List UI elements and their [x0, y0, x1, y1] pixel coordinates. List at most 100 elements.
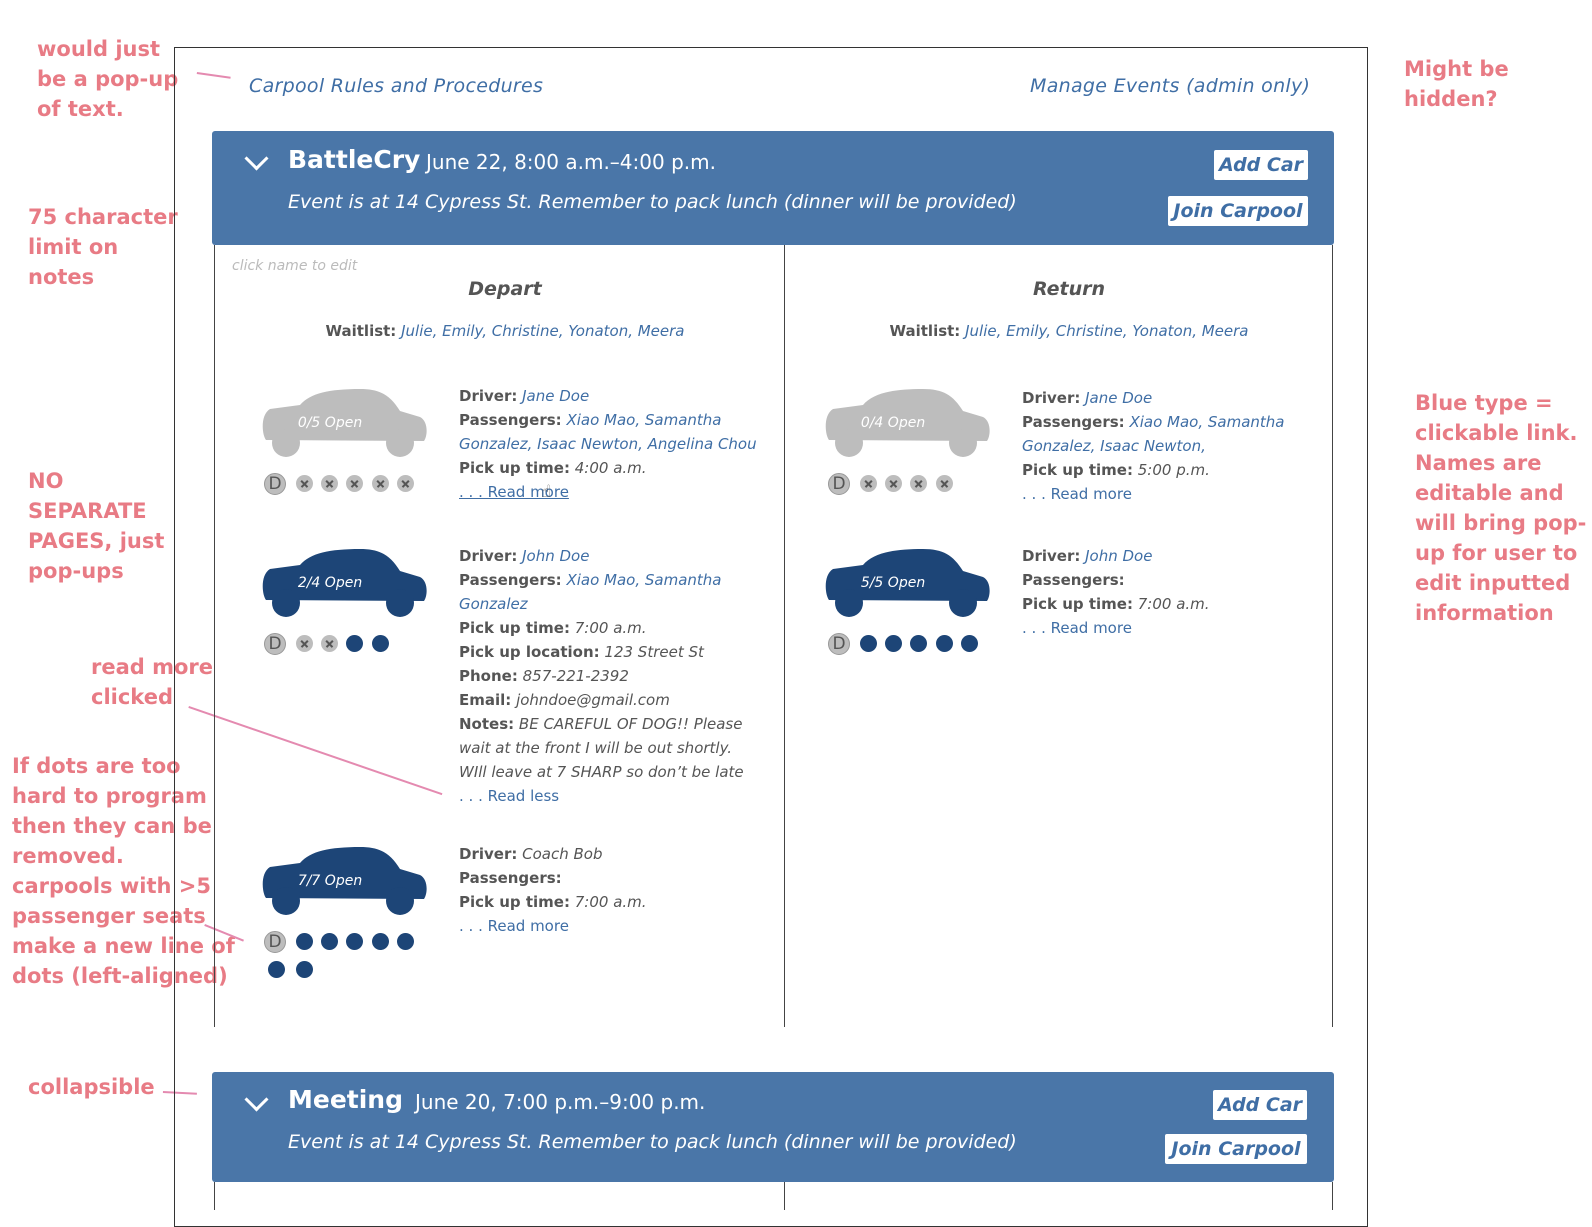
driver-seat-icon: D	[264, 473, 286, 495]
chevron-down-icon[interactable]	[244, 146, 269, 171]
driver-label: Driver:	[459, 387, 518, 405]
passengers-label: Passengers:	[459, 411, 562, 429]
open-seat-icon[interactable]	[372, 933, 389, 950]
unavailable-seat-icon	[372, 475, 389, 492]
add-car-button[interactable]: Add Car	[1213, 1090, 1307, 1120]
driver-label: Driver:	[459, 845, 518, 863]
email-label: Email:	[459, 691, 512, 709]
passengers-label: Passengers:	[1022, 571, 1125, 589]
event-header-battlecry[interactable]: BattleCry June 22, 8:00 a.m.–4:00 p.m. E…	[212, 131, 1334, 245]
car-info-expanded: Driver: John Doe Passengers: Xiao Mao, S…	[459, 544, 759, 808]
car-status: 0/4 Open	[860, 415, 926, 431]
driver-name[interactable]: John Doe	[522, 547, 589, 565]
waitlist-label: Waitlist:	[889, 322, 961, 340]
pickup-time-label: Pick up time:	[1022, 595, 1133, 613]
open-seat-icon[interactable]	[961, 635, 978, 652]
unavailable-seat-icon	[936, 475, 953, 492]
read-more-link[interactable]: . . . Read more	[459, 483, 569, 501]
phone-label: Phone:	[459, 667, 518, 685]
unavailable-seat-icon	[296, 635, 313, 652]
open-seat-icon[interactable]	[936, 635, 953, 652]
unavailable-seat-icon	[296, 475, 313, 492]
pickup-location-label: Pick up location:	[459, 643, 600, 661]
driver-name[interactable]: Jane Doe	[522, 387, 589, 405]
car-status: 0/5 Open	[297, 415, 363, 431]
edit-hint: click name to edit	[232, 258, 358, 274]
open-seat-icon[interactable]	[372, 635, 389, 652]
driver-name[interactable]: Jane Doe	[1085, 389, 1152, 407]
driver-name[interactable]: John Doe	[1085, 547, 1152, 565]
waitlist-label: Waitlist:	[325, 322, 397, 340]
car-status: 5/5 Open	[860, 575, 926, 591]
car-status: 7/7 Open	[297, 873, 363, 889]
car-icon: 5/5 Open	[823, 545, 993, 625]
event-description: Event is at 14 Cypress St. Remember to p…	[288, 191, 1017, 213]
unavailable-seat-icon	[885, 475, 902, 492]
event-title: Meeting	[288, 1085, 404, 1114]
open-seat-icon[interactable]	[268, 961, 285, 978]
pickup-time-label: Pick up time:	[459, 459, 570, 477]
read-more-link[interactable]: . . . Read more	[1022, 485, 1132, 503]
annotation-blue-type: Blue type = clickable link. Names are ed…	[1415, 391, 1587, 625]
open-seat-icon[interactable]	[296, 933, 313, 950]
driver-seat-icon: D	[828, 473, 850, 495]
annotation-char-limit: 75 character limit on notes	[28, 205, 178, 289]
open-seat-icon[interactable]	[296, 961, 313, 978]
event-date: June 22, 8:00 a.m.–4:00 p.m.	[426, 150, 716, 174]
pickup-time: 4:00 a.m.	[574, 459, 647, 477]
join-carpool-button[interactable]: Join Carpool	[1168, 196, 1308, 226]
pickup-location: 123 Street St	[604, 643, 704, 661]
car-info: Driver: Jane Doe Passengers: Xiao Mao, S…	[459, 384, 759, 504]
pickup-time: 7:00 a.m.	[1137, 595, 1210, 613]
open-seat-icon[interactable]	[885, 635, 902, 652]
read-more-link[interactable]: . . . Read more	[459, 917, 569, 935]
annotation-no-pages: NO SEPARATE PAGES, just pop-ups	[28, 469, 165, 583]
driver-name[interactable]: Coach Bob	[522, 845, 602, 863]
pickup-time: 7:00 a.m.	[574, 619, 647, 637]
unavailable-seat-icon	[397, 475, 414, 492]
open-seat-icon[interactable]	[321, 933, 338, 950]
waitlist-names[interactable]: Julie, Emily, Christine, Yonaton, Meera	[965, 322, 1248, 340]
pointer-hand-icon: ☝	[540, 482, 552, 502]
depart-waitlist: Waitlist: Julie, Emily, Christine, Yonat…	[214, 322, 796, 340]
event-header-meeting[interactable]: Meeting June 20, 7:00 p.m.–9:00 p.m. Eve…	[212, 1072, 1334, 1182]
pickup-time-label: Pick up time:	[459, 893, 570, 911]
open-seat-icon[interactable]	[397, 933, 414, 950]
manage-events-link[interactable]: Manage Events (admin only)	[1030, 75, 1310, 97]
column-border	[1332, 1182, 1333, 1210]
passengers-label: Passengers:	[459, 869, 562, 887]
driver-label: Driver:	[459, 547, 518, 565]
open-seat-icon[interactable]	[860, 635, 877, 652]
driver-label: Driver:	[1022, 389, 1081, 407]
notes-label: Notes:	[459, 715, 515, 733]
event-description: Event is at 14 Cypress St. Remember to p…	[288, 1131, 1017, 1153]
waitlist-names[interactable]: Julie, Emily, Christine, Yonaton, Meera	[401, 322, 684, 340]
add-car-button[interactable]: Add Car	[1214, 150, 1308, 180]
driver-seat-icon: D	[264, 931, 286, 953]
open-seat-icon[interactable]	[910, 635, 927, 652]
open-seat-icon[interactable]	[346, 635, 363, 652]
driver-label: Driver:	[1022, 547, 1081, 565]
car-icon: 7/7 Open	[260, 843, 430, 923]
open-seat-icon[interactable]	[346, 933, 363, 950]
unavailable-seat-icon	[321, 475, 338, 492]
join-carpool-button[interactable]: Join Carpool	[1165, 1134, 1307, 1164]
passengers-label: Passengers:	[1022, 413, 1125, 431]
car-icon: 2/4 Open	[260, 545, 430, 625]
unavailable-seat-icon	[860, 475, 877, 492]
read-more-link[interactable]: . . . Read more	[1022, 619, 1132, 637]
pickup-time-label: Pick up time:	[1022, 461, 1133, 479]
event-date: June 20, 7:00 p.m.–9:00 p.m.	[415, 1090, 706, 1114]
column-border	[214, 245, 215, 1027]
car-info: Driver: John Doe Passengers: Pick up tim…	[1022, 544, 1322, 640]
chevron-down-icon[interactable]	[244, 1087, 269, 1112]
phone: 857-221-2392	[522, 667, 629, 685]
carpool-rules-link[interactable]: Carpool Rules and Procedures	[249, 75, 543, 97]
pickup-time: 7:00 a.m.	[574, 893, 647, 911]
read-less-link[interactable]: . . . Read less	[459, 787, 559, 805]
event-title: BattleCry	[288, 145, 421, 174]
unavailable-seat-icon	[910, 475, 927, 492]
driver-seat-icon: D	[828, 633, 850, 655]
column-divider	[784, 245, 785, 1027]
return-heading: Return	[1032, 278, 1106, 300]
